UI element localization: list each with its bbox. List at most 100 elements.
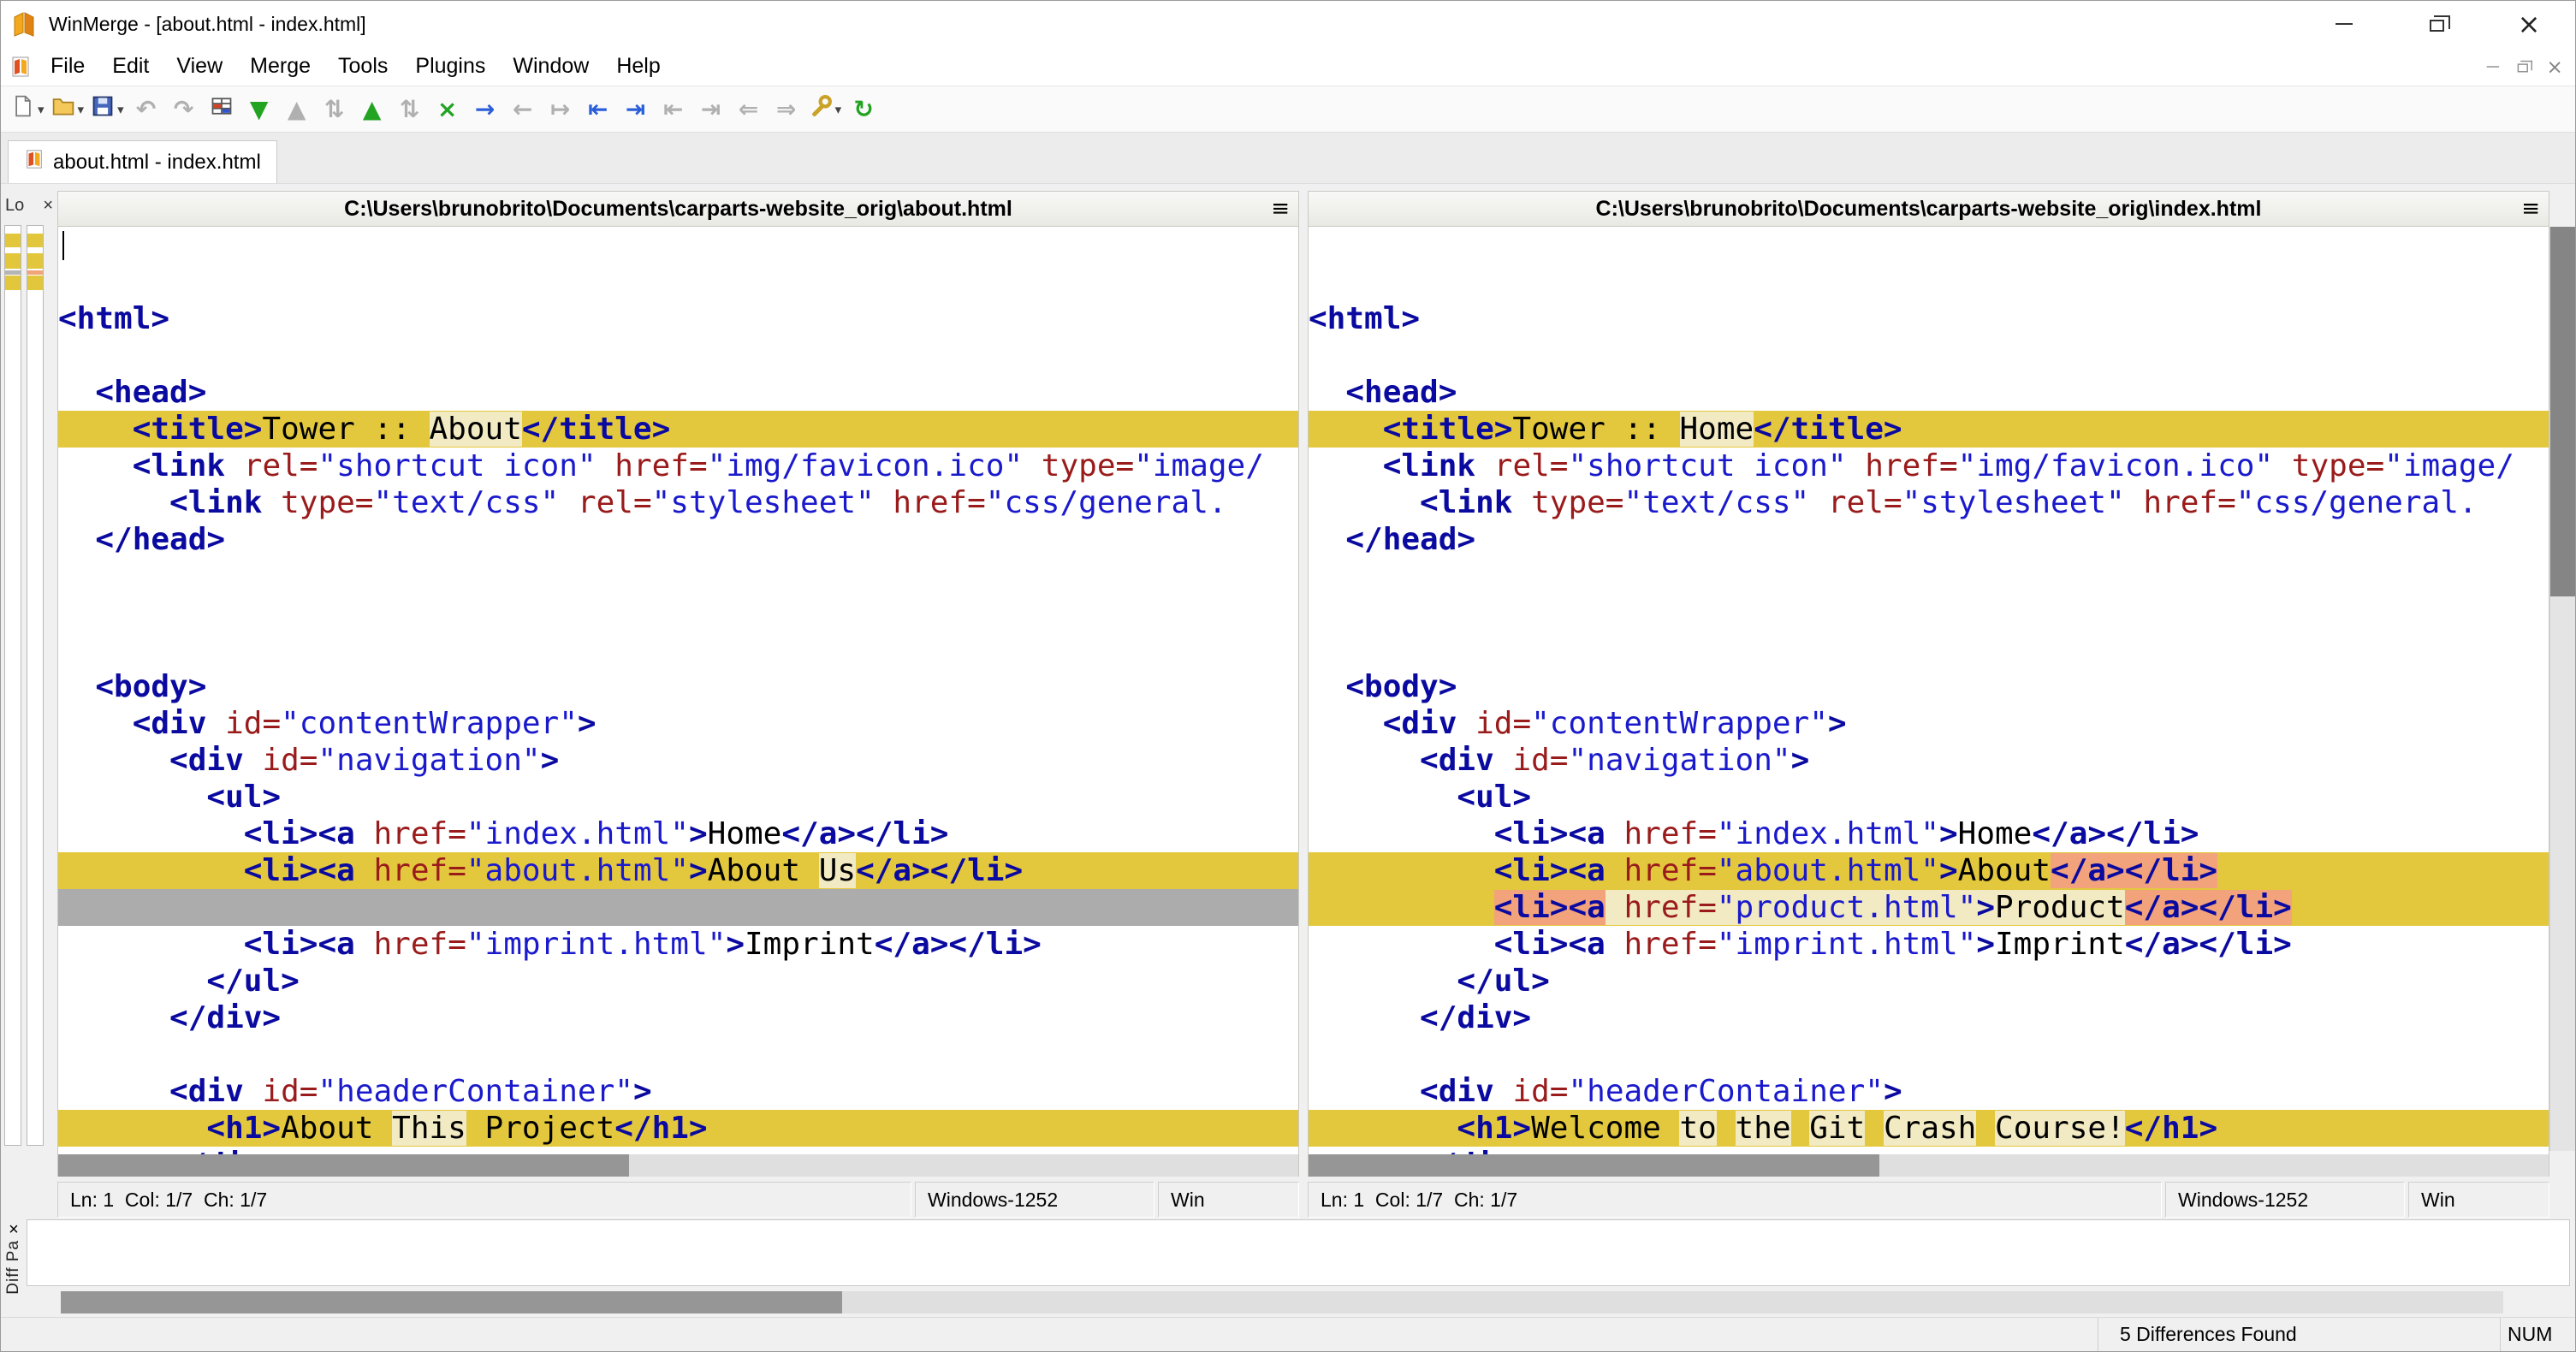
minimize-button[interactable]	[2298, 1, 2390, 47]
mdi-restore-icon[interactable]	[2517, 59, 2533, 72]
code-line[interactable]: </div>	[58, 999, 1298, 1036]
close-location-pane-button[interactable]: ×	[43, 196, 53, 216]
copy-left-button[interactable]: ⇐	[730, 90, 768, 129]
location-map-segment[interactable]	[5, 275, 21, 291]
code-line[interactable]: <div id="contentWrapper">	[1309, 705, 2549, 742]
select-line-difference-button[interactable]	[203, 90, 240, 129]
code-line[interactable]: </div>	[1309, 1147, 2549, 1154]
code-line[interactable]	[1309, 337, 2549, 374]
location-strip-left[interactable]	[4, 225, 21, 1146]
left-header-menu-icon[interactable]: ≡	[1271, 196, 1290, 222]
delete-button[interactable]: ×	[429, 90, 466, 129]
code-line[interactable]: <link rel="shortcut icon" href="img/favi…	[1309, 448, 2549, 484]
options-button[interactable]: ▾	[805, 90, 846, 129]
code-line[interactable]: <div id="headerContainer">	[1309, 1073, 2549, 1110]
menu-help[interactable]: Help	[602, 54, 674, 79]
code-line[interactable]	[1309, 632, 2549, 668]
code-line[interactable]: <ul>	[58, 779, 1298, 815]
code-line[interactable]: <title>Tower :: About</title>	[58, 411, 1298, 448]
code-line[interactable]: <html>	[1309, 300, 2549, 337]
right-pane-header[interactable]: C:\Users\brunobrito\Documents\carparts-w…	[1308, 191, 2549, 227]
copy-to-left-and-advance-button[interactable]: ⇅	[391, 90, 429, 129]
code-line[interactable]: <ul>	[1309, 779, 2549, 815]
code-line[interactable]	[58, 632, 1298, 668]
vertical-scrollbar[interactable]	[2549, 227, 2575, 1151]
code-line[interactable]: </head>	[58, 521, 1298, 558]
bottom-horizontal-scrollbar[interactable]	[61, 1291, 2503, 1313]
document-system-menu-icon[interactable]	[9, 56, 32, 78]
code-line[interactable]: <li><a href="imprint.html">Imprint</a></…	[1309, 926, 2549, 963]
refresh-button[interactable]: ↻	[845, 90, 882, 129]
first-difference-button[interactable]: ⇤	[579, 90, 617, 129]
location-map[interactable]	[1, 220, 57, 1151]
code-line[interactable]: <title>Tower :: Home</title>	[1309, 411, 2549, 448]
code-line[interactable]: <head>	[1309, 374, 2549, 411]
mdi-close-icon[interactable]: ×	[2547, 56, 2563, 76]
code-line[interactable]: <li><a href="about.html">About</a></li>	[1309, 852, 2549, 889]
code-line[interactable]: <h1>About This Project</h1>	[58, 1110, 1298, 1147]
code-line[interactable]	[58, 558, 1298, 595]
next-conflict-button[interactable]: ⇥	[692, 90, 730, 129]
copy-right-button[interactable]: ⇒	[768, 90, 805, 129]
code-line[interactable]: </div>	[1309, 999, 2549, 1036]
code-line[interactable]: <body>	[58, 668, 1298, 705]
restore-button[interactable]	[2390, 1, 2483, 47]
code-line[interactable]: <link rel="shortcut icon" href="img/favi…	[58, 448, 1298, 484]
code-line[interactable]: <li><a href="index.html">Home</a></li>	[58, 815, 1298, 852]
redo-button[interactable]: ↷	[165, 90, 203, 129]
code-line[interactable]: <div id="contentWrapper">	[58, 705, 1298, 742]
right-horizontal-scrollbar-thumb[interactable]	[1309, 1154, 1879, 1177]
dropdown-caret-icon[interactable]: ▾	[117, 102, 124, 117]
code-line[interactable]: <h1>Welcome to the Git Crash Course!</h1…	[1309, 1110, 2549, 1147]
vertical-scrollbar-thumb[interactable]	[2550, 227, 2575, 596]
code-line[interactable]: <li><a href="product.html">Product</a></…	[1309, 889, 2549, 926]
code-line[interactable]: </head>	[1309, 521, 2549, 558]
location-map-segment[interactable]	[27, 233, 43, 247]
code-line[interactable]: <div id="navigation">	[58, 742, 1298, 779]
code-line[interactable]: <li><a href="index.html">Home</a></li>	[1309, 815, 2549, 852]
save-button[interactable]: ▾	[87, 90, 128, 129]
location-map-segment[interactable]	[5, 233, 21, 247]
copy-all-left-button[interactable]: ▲	[278, 90, 316, 129]
menu-window[interactable]: Window	[499, 54, 602, 79]
code-line[interactable]: <body>	[1309, 668, 2549, 705]
right-code-editor[interactable]: <html> <head> <title>Tower :: Home</titl…	[1308, 227, 2549, 1154]
ghost-line[interactable]	[58, 889, 1298, 926]
location-map-segment[interactable]	[5, 253, 21, 270]
mdi-minimize-icon[interactable]	[2486, 65, 2500, 68]
dropdown-caret-icon[interactable]: ▾	[38, 102, 45, 117]
copy-all-right-button[interactable]: ▼	[240, 90, 278, 129]
right-horizontal-scrollbar[interactable]	[1308, 1154, 2549, 1177]
code-line[interactable]: <div id="navigation">	[1309, 742, 2549, 779]
dropdown-caret-icon[interactable]: ▾	[835, 102, 842, 117]
location-strip-right[interactable]	[27, 225, 44, 1146]
code-line[interactable]: <link type="text/css" rel="stylesheet" h…	[1309, 484, 2549, 521]
undo-button[interactable]: ↶	[128, 90, 165, 129]
code-line[interactable]: </ul>	[1309, 963, 2549, 999]
new-button[interactable]: ▾	[8, 90, 48, 129]
location-map-segment[interactable]	[27, 253, 43, 270]
last-difference-button[interactable]: ⇥	[617, 90, 655, 129]
tab-compare[interactable]: about.html - index.html	[8, 140, 277, 183]
open-button[interactable]: ▾	[48, 90, 88, 129]
copy-to-right-and-advance-button[interactable]: ⇅	[316, 90, 353, 129]
code-line[interactable]	[1309, 595, 2549, 632]
code-line[interactable]: <li><a href="about.html">About Us</a></l…	[58, 852, 1298, 889]
right-header-menu-icon[interactable]: ≡	[2521, 196, 2540, 222]
code-line[interactable]: </div>	[58, 1147, 1298, 1154]
menu-view[interactable]: View	[163, 54, 236, 79]
auto-merge-button[interactable]: ▲	[353, 90, 391, 129]
code-line[interactable]: <head>	[58, 374, 1298, 411]
left-horizontal-scrollbar[interactable]	[57, 1154, 1299, 1177]
menu-plugins[interactable]: Plugins	[401, 54, 499, 79]
menu-merge[interactable]: Merge	[236, 54, 324, 79]
bottom-horizontal-scrollbar-thumb[interactable]	[61, 1291, 843, 1313]
menu-file[interactable]: File	[37, 54, 98, 79]
code-line[interactable]: <li><a href="imprint.html">Imprint</a></…	[58, 926, 1298, 963]
current-difference-button[interactable]: ↦	[542, 90, 579, 129]
previous-conflict-button[interactable]: ⇤	[655, 90, 692, 129]
code-line[interactable]	[1309, 1036, 2549, 1073]
code-line[interactable]	[58, 595, 1298, 632]
code-line[interactable]	[58, 1036, 1298, 1073]
code-line[interactable]: <div id="headerContainer">	[58, 1073, 1298, 1110]
